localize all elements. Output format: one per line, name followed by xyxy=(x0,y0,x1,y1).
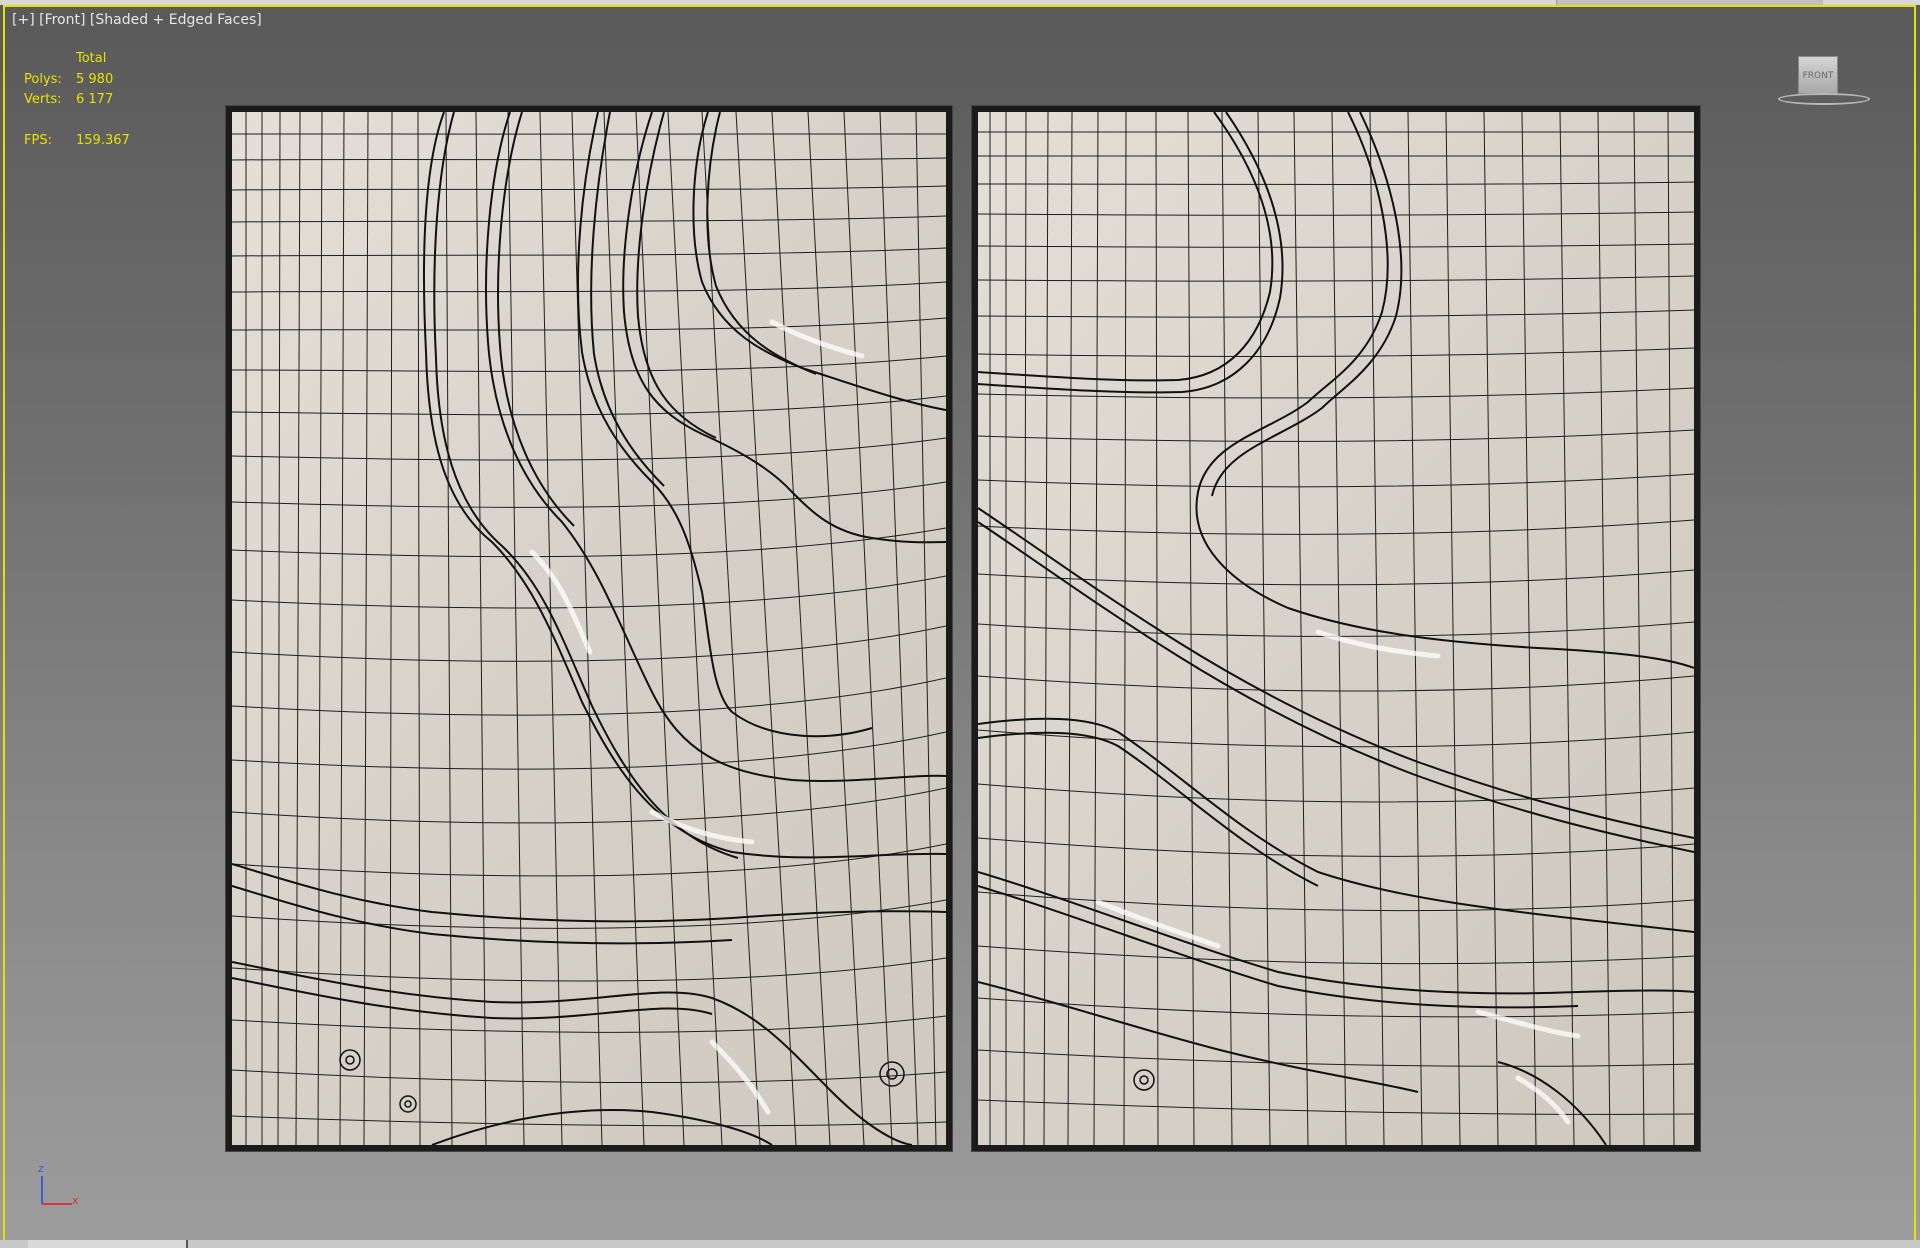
verts-label: Verts: xyxy=(24,92,62,107)
verts-value: 6 177 xyxy=(76,92,114,107)
right-relief-panel[interactable] xyxy=(972,106,1700,1151)
fps-label: FPS: xyxy=(24,132,52,148)
right-surface xyxy=(978,112,1694,1145)
right-panel-mesh xyxy=(978,112,1694,1145)
front-viewport[interactable]: [+] [Front] [Shaded + Edged Faces] Total… xyxy=(0,0,1920,1248)
polys-value: 5 980 xyxy=(76,71,114,87)
viewport-shading-label[interactable]: [Shaded + Edged Faces] xyxy=(90,12,262,28)
time-slider-segment[interactable] xyxy=(28,1240,188,1248)
bottom-timeline-strip xyxy=(0,1240,1920,1248)
stats-header: Total xyxy=(76,51,107,66)
viewport-menu-plus[interactable]: [+] xyxy=(12,12,35,28)
axis-tripod: z x xyxy=(36,1162,86,1214)
fps-value: 159.367 xyxy=(76,132,130,148)
viewcube[interactable]: FRONT xyxy=(1778,56,1870,105)
viewcube-front-face[interactable]: FRONT xyxy=(1798,56,1838,94)
polys-label: Polys: xyxy=(24,71,62,87)
toolbar-segment xyxy=(1556,0,1823,5)
viewcube-compass-ring[interactable] xyxy=(1778,93,1870,105)
left-panel-mesh xyxy=(232,112,946,1145)
left-relief-panel[interactable] xyxy=(226,106,952,1151)
viewport-label: [+] [Front] [Shaded + Edged Faces] xyxy=(12,12,262,28)
viewport-top-strip xyxy=(0,0,1920,5)
axis-z-label: z xyxy=(38,1162,44,1175)
left-surface xyxy=(232,112,946,1145)
axis-x-label: x xyxy=(72,1194,79,1207)
statistics-overlay: Total Polys: 5 980 Verts: 6 177 FPS: 159.36… xyxy=(24,49,130,151)
viewport-point-of-view-label[interactable]: [Front] xyxy=(39,12,85,28)
